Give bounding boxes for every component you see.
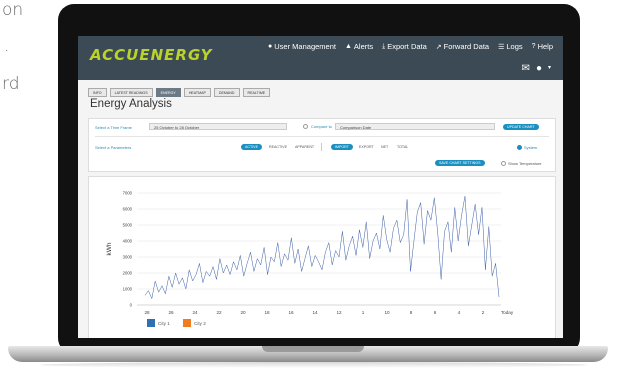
tab-demand[interactable]: DEMAND [213,88,240,97]
compare-radio[interactable] [303,124,308,129]
y-tick-label: 5000 [123,223,133,228]
nav-alerts[interactable]: ▲ Alerts [345,42,373,51]
nav-export-data-label: Export Data [387,42,427,51]
legend-swatch [147,319,155,327]
download-icon: ⤓ [382,42,386,50]
save-chart-settings-button[interactable]: SAVE CHART SETTINGS [435,160,485,166]
x-tick-label: 18 [264,310,270,315]
pill-net[interactable]: NET [377,144,392,150]
main-nav: ● User Management ▲ Alerts ⤓ Export Data ↗ F… [268,42,553,51]
list-icon: ☰ [498,43,505,51]
system-radio[interactable] [517,144,522,150]
x-tick-label: 2 [482,310,485,315]
pill-import[interactable]: IMPORT [331,144,353,150]
x-tick-label: 24 [192,310,198,315]
tab-bar: INFO LATEST READINGS ENERGY HEATMAP DEMA… [88,88,271,97]
pill-apparent[interactable]: APPARENT [291,144,318,150]
pills-separator [321,143,322,151]
tab-heatmap[interactable]: HEATMAP [183,88,211,97]
legend-label: City 1 [158,321,170,326]
laptop-notch [262,346,364,352]
background-text-2: . [4,36,10,56]
x-tick-label: 8 [410,310,413,315]
top-bar: ACCUENERGY ● User Management ▲ Alerts ⤓ Exp… [78,36,563,80]
y-tick-label: 2000 [123,271,133,276]
tab-latest-readings[interactable]: LATEST READINGS [109,88,153,97]
y-tick-label: 7000 [123,191,133,196]
x-tick-label: 16 [288,310,294,315]
nav-user-management-label: User Management [274,42,336,51]
x-tick-label: 1 [362,310,365,315]
x-tick-label: 10 [384,310,390,315]
pill-export[interactable]: EXPORT [355,144,378,150]
system-label: System [524,145,538,150]
app-logo[interactable]: ACCUENERGY [90,46,213,64]
x-tick-label: 12 [336,310,342,315]
nav-help[interactable]: ? Help [532,42,553,51]
user-tools: ✉ ● ▾ [522,63,551,74]
caret-down-icon[interactable]: ▾ [548,63,551,74]
y-tick-label: 1000 [123,287,133,292]
nav-logs[interactable]: ☰ Logs [498,42,523,51]
update-chart-button[interactable]: UPDATE CHART [503,123,539,130]
laptop-shadow [40,362,588,368]
parameters-label: Select a Parameters [95,145,132,150]
x-tick-label: 28 [144,310,150,315]
user-icon[interactable]: ● [536,63,542,74]
tab-info[interactable]: INFO [88,88,107,97]
x-tick-label: 6 [434,310,437,315]
pill-active[interactable]: ACTIVE [241,144,262,150]
background-text-1: on [2,0,24,20]
x-tick-label: Today [501,310,514,315]
nav-user-management[interactable]: ● User Management [268,42,336,51]
chart-container: 0 1000 2000 3000 4000 5000 6000 7000 kWh 28 26 24 22… [88,176,556,338]
warning-icon: ▲ [344,43,352,50]
nav-logs-label: Logs [506,42,523,51]
y-tick-label: 4000 [123,239,133,244]
legend-swatch [183,319,191,327]
x-tick-label: 4 [458,310,461,315]
temperature-radio[interactable] [501,160,506,166]
series-line-1 [144,196,500,300]
user-icon: ● [268,43,273,50]
tab-energy[interactable]: ENERGY [155,88,181,97]
pill-reactive[interactable]: REACTIVE [265,144,291,150]
share-icon: ↗ [435,43,442,51]
compare-label: Compare to [311,124,332,129]
page-title: Energy Analysis [90,98,172,110]
mail-icon[interactable]: ✉ [522,63,530,74]
time-frame-label: Select a Time Frame [95,125,132,130]
x-tick-label: 14 [312,310,318,315]
y-tick-label: 6000 [123,207,133,212]
y-axis-label: kWh [106,242,113,255]
show-temperature-label: Show Temperature [508,161,542,166]
pill-total[interactable]: TOTAL [393,144,412,150]
energy-chart: 01000200030004000500060007000kWh28 26 24 22… [106,191,514,327]
comparison-date-field[interactable]: Comparison Date [335,123,495,130]
x-tick-label: 20 [240,310,246,315]
app-screen: ACCUENERGY ● User Management ▲ Alerts ⤓ Exp… [78,36,563,338]
y-tick-label: 3000 [123,255,133,260]
x-tick-label: 22 [216,310,222,315]
nav-help-label: Help [537,42,553,51]
nav-alerts-label: Alerts [353,42,374,51]
x-tick-label: 26 [168,310,174,315]
panel-divider [95,136,549,137]
nav-forward-data-label: Forward Data [443,42,490,51]
y-tick-label: 0 [130,303,133,308]
controls-panel: Select a Time Frame 25 October to 28 Oct… [88,118,556,172]
legend-label: City 2 [194,321,206,326]
nav-export-data[interactable]: ⤓ Export Data [382,42,427,51]
time-frame-field[interactable]: 25 October to 28 October [149,123,287,130]
question-icon: ? [531,43,536,50]
background-text-3: rd [2,74,20,94]
tab-realtime[interactable]: REALTIME [242,88,271,97]
nav-forward-data[interactable]: ↗ Forward Data [436,42,489,51]
